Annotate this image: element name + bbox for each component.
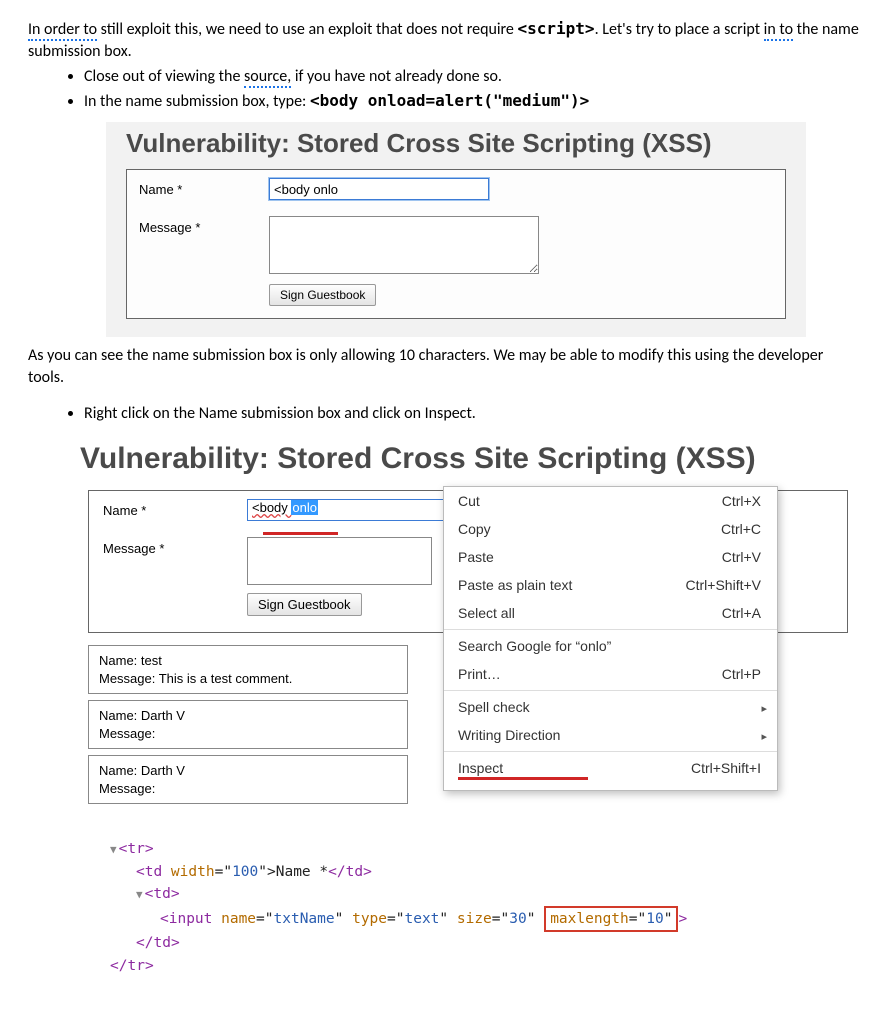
code-line: </tr> [110,955,859,977]
message-label: Message * [103,537,247,556]
selected-text: onlo [291,500,318,515]
ctx-select-all[interactable]: Select allCtrl+A [444,599,777,627]
dvwa-heading: Vulnerability: Stored Cross Site Scripti… [126,128,806,159]
ctx-spell-check[interactable]: Spell check [444,693,777,721]
ctx-print[interactable]: Print…Ctrl+P [444,660,777,688]
name-label: Name * [103,499,247,518]
mid-paragraph: As you can see the name submission box i… [28,345,859,388]
name-label: Name * [139,178,269,197]
bullet-type-payload: In the name submission box, type: <body … [84,90,859,113]
code-line: ▼<tr> [110,838,859,860]
code-line-input: <input name="txtName" type="text" size="… [110,906,859,932]
code-script-tag: <script> [518,19,595,38]
guestbook-entry: Name: Darth V Message: [88,755,408,804]
guestbook-form: Name * Message * Sign Guestbook [126,169,786,319]
sign-guestbook-button[interactable]: Sign Guestbook [247,593,362,616]
bullet-inspect: Right click on the Name submission box a… [84,403,859,425]
code-body-onload: <body onload=alert("medium")> [310,91,589,110]
message-input[interactable] [247,537,432,585]
name-input[interactable] [269,178,489,200]
spellflag-source: source, [244,67,291,88]
sign-guestbook-button[interactable]: Sign Guestbook [269,284,376,306]
intro-paragraph: In order to still exploit this, we need … [28,18,859,62]
ctx-paste-plain[interactable]: Paste as plain textCtrl+Shift+V [444,571,777,599]
guestbook-entry: Name: Darth V Message: [88,700,408,749]
instruction-list-2: Right click on the Name submission box a… [28,403,859,425]
dvwa-screenshot-2: Vulnerability: Stored Cross Site Scripti… [58,438,878,816]
dvwa-heading: Vulnerability: Stored Cross Site Scripti… [80,442,878,476]
instruction-list-1: Close out of viewing the source, if you … [28,66,859,112]
ctx-search-google[interactable]: Search Google for “onlo” [444,632,777,660]
ctx-paste[interactable]: PasteCtrl+V [444,543,777,571]
disclosure-triangle-icon[interactable]: ▼ [110,841,117,858]
code-line: <td width="100">Name *</td> [110,861,859,883]
annotation-maxlength-box: maxlength="10" [544,906,678,932]
devtools-elements-snippet: ▼<tr> <td width="100">Name *</td> ▼<td> … [110,838,859,977]
ctx-writing-direction[interactable]: Writing Direction [444,721,777,749]
code-line: ▼<td> [110,883,859,905]
message-input[interactable] [269,216,539,274]
disclosure-triangle-icon[interactable]: ▼ [136,886,143,903]
dvwa-screenshot-1: Vulnerability: Stored Cross Site Scripti… [106,122,806,337]
guestbook-entry: Name: test Message: This is a test comme… [88,645,408,694]
code-line: </td> [110,932,859,954]
spellflag-in-to: in to [764,20,793,41]
spellflag-in-order-to: In order to [28,20,97,41]
message-label: Message * [139,216,269,235]
ctx-cut[interactable]: CutCtrl+X [444,487,777,515]
annotation-underline-input [263,532,338,535]
annotation-underline-inspect [458,777,588,780]
ctx-copy[interactable]: CopyCtrl+C [444,515,777,543]
ctx-inspect[interactable]: InspectCtrl+Shift+I [444,754,777,790]
bullet-close-source: Close out of viewing the source, if you … [84,66,859,88]
context-menu: CutCtrl+X CopyCtrl+C PasteCtrl+V Paste a… [443,486,778,791]
